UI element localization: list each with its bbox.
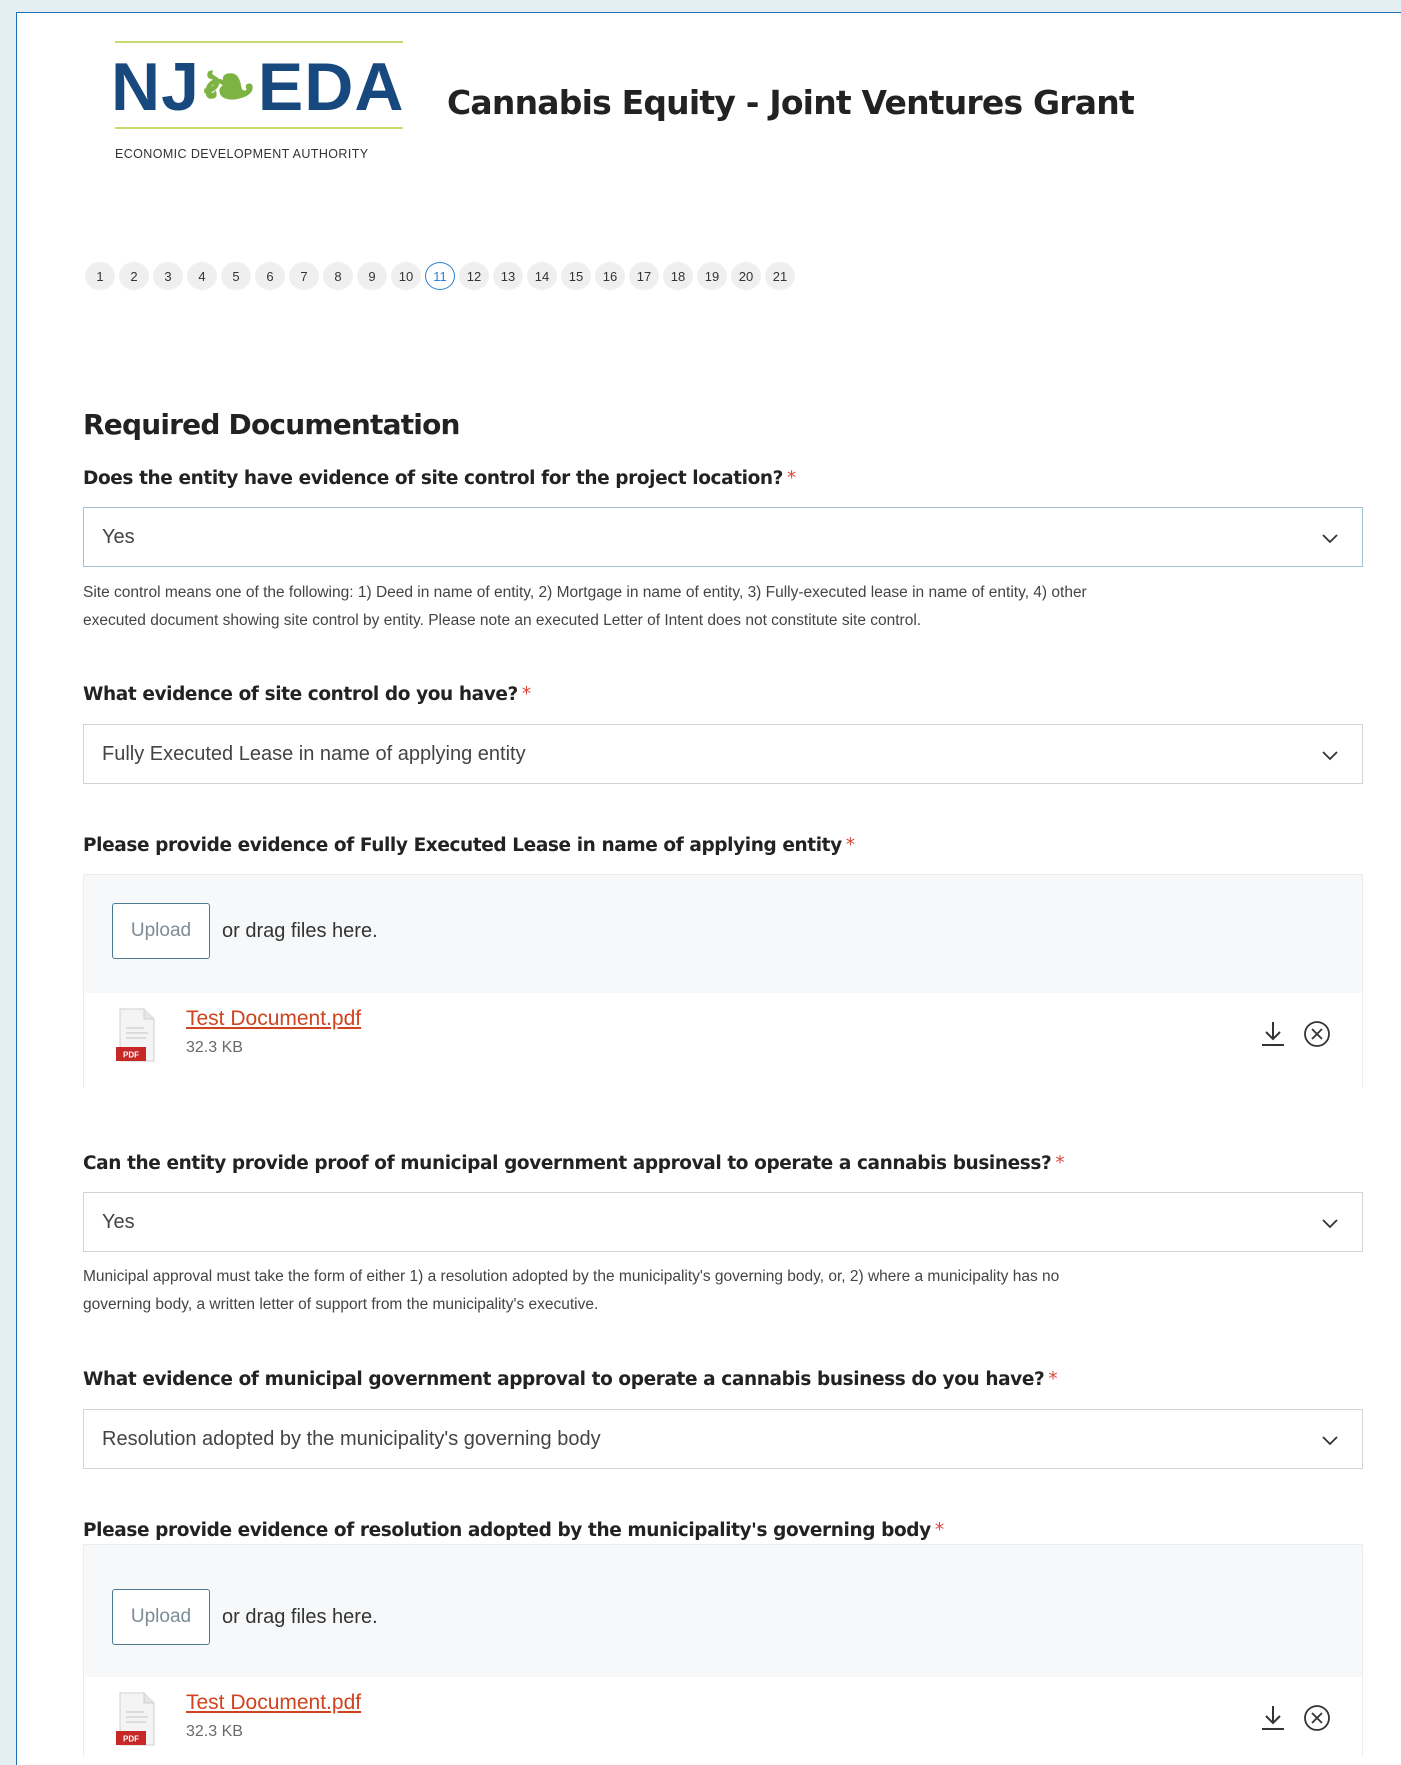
required-mark: * <box>521 684 531 705</box>
step-21[interactable]: 21 <box>765 262 795 290</box>
site-control-help-line: executed document showing site control b… <box>83 612 922 629</box>
required-mark: * <box>845 835 855 856</box>
step-14[interactable]: 14 <box>527 262 557 290</box>
step-13[interactable]: 13 <box>493 262 523 290</box>
upload-row: Upload or drag files here. <box>112 903 378 959</box>
lease-evidence-question-text: Please provide evidence of Fully Execute… <box>83 835 842 856</box>
file-name-link[interactable]: Test Document.pdf <box>186 1007 361 1031</box>
step-19[interactable]: 19 <box>697 262 727 290</box>
drag-files-text: or drag files here. <box>222 1605 378 1628</box>
site-control-question-label: Does the entity have evidence of site co… <box>83 468 796 489</box>
svg-text:PDF: PDF <box>123 1735 139 1744</box>
municipal-approval-question-text: Can the entity provide proof of municipa… <box>83 1153 1052 1174</box>
chevron-down-icon <box>1322 1219 1338 1229</box>
required-mark: * <box>1048 1369 1058 1390</box>
step-navigation: 1 2 3 4 5 6 7 8 9 10 11 12 13 14 15 16 17 18 19 20 21 <box>85 262 795 292</box>
step-8[interactable]: 8 <box>323 262 353 290</box>
logo-wordmark: NJ❧EDA <box>111 53 405 121</box>
step-18[interactable]: 18 <box>663 262 693 290</box>
municipal-approval-help-text: Municipal approval must take the form of… <box>83 1263 1373 1319</box>
njeda-logo[interactable]: NJ❧EDA ECONOMIC DEVELOPMENT AUTHORITY <box>101 41 404 171</box>
logo-leaf-icon: ❧ <box>199 49 258 125</box>
close-circle-icon[interactable] <box>1300 1701 1334 1735</box>
upload-button[interactable]: Upload <box>112 1589 210 1645</box>
step-16[interactable]: 16 <box>595 262 625 290</box>
municipal-evidence-question-text: What evidence of municipal government ap… <box>83 1369 1045 1390</box>
page-frame: NJ❧EDA ECONOMIC DEVELOPMENT AUTHORITY Ca… <box>16 12 1401 1765</box>
municipal-evidence-question-label: What evidence of municipal government ap… <box>83 1369 1058 1390</box>
drag-files-text: or drag files here. <box>222 919 378 942</box>
municipal-approval-question-label: Can the entity provide proof of municipa… <box>83 1153 1065 1174</box>
logo-top-rule <box>115 41 403 43</box>
chevron-down-icon <box>1322 751 1338 761</box>
municipal-approval-help-line: Municipal approval must take the form of… <box>83 1268 1060 1285</box>
step-1[interactable]: 1 <box>85 262 115 290</box>
required-mark: * <box>787 468 796 489</box>
municipal-approval-select-value: Yes <box>102 1210 135 1233</box>
site-control-select[interactable]: Yes <box>83 507 1363 567</box>
resolution-evidence-question-label: Please provide evidence of resolution ad… <box>83 1520 944 1541</box>
step-4[interactable]: 4 <box>187 262 217 290</box>
site-control-question-text: Does the entity have evidence of site co… <box>83 468 784 489</box>
site-control-evidence-select[interactable]: Fully Executed Lease in name of applying… <box>83 724 1363 784</box>
uploaded-file-card: PDF Test Document.pdf 32.3 KB <box>84 993 1362 1087</box>
site-control-help-line: Site control means one of the following:… <box>83 584 1087 601</box>
file-size: 32.3 KB <box>186 1039 243 1056</box>
site-control-help-text: Site control means one of the following:… <box>83 579 1373 635</box>
step-10[interactable]: 10 <box>391 262 421 290</box>
step-20[interactable]: 20 <box>731 262 761 290</box>
step-6[interactable]: 6 <box>255 262 285 290</box>
pdf-file-icon: PDF <box>116 1008 155 1062</box>
download-icon[interactable] <box>1256 1017 1290 1051</box>
required-mark: * <box>1055 1153 1065 1174</box>
logo-wordmark-eda: EDA <box>257 49 405 125</box>
upload-button[interactable]: Upload <box>112 903 210 959</box>
close-circle-icon[interactable] <box>1300 1017 1334 1051</box>
chevron-down-icon <box>1322 534 1338 544</box>
step-2[interactable]: 2 <box>119 262 149 290</box>
step-17[interactable]: 17 <box>629 262 659 290</box>
file-actions <box>1256 1017 1334 1051</box>
pdf-file-icon: PDF <box>116 1692 155 1746</box>
resolution-upload-dropzone[interactable]: Upload or drag files here. PDF Test Docu… <box>83 1544 1363 1765</box>
chevron-down-icon <box>1322 1436 1338 1446</box>
resolution-evidence-question-text: Please provide evidence of resolution ad… <box>83 1520 931 1541</box>
step-5[interactable]: 5 <box>221 262 251 290</box>
step-12[interactable]: 12 <box>459 262 489 290</box>
site-control-select-value: Yes <box>102 525 135 548</box>
site-control-evidence-select-value: Fully Executed Lease in name of applying… <box>102 742 526 765</box>
step-7[interactable]: 7 <box>289 262 319 290</box>
site-control-evidence-question-label: What evidence of site control do you hav… <box>83 684 531 705</box>
uploaded-file-card: PDF Test Document.pdf 32.3 KB <box>84 1677 1362 1765</box>
download-icon[interactable] <box>1256 1701 1290 1735</box>
page-title: Cannabis Equity - Joint Ventures Grant <box>447 83 1135 122</box>
logo-bottom-rule <box>115 127 403 129</box>
svg-text:PDF: PDF <box>123 1051 139 1060</box>
step-11[interactable]: 11 <box>425 262 455 290</box>
lease-upload-dropzone[interactable]: Upload or drag files here. PDF Test Docu… <box>83 874 1363 1087</box>
municipal-approval-help-line: governing body, a written letter of supp… <box>83 1296 599 1313</box>
logo-subtitle: ECONOMIC DEVELOPMENT AUTHORITY <box>115 147 369 161</box>
section-title: Required Documentation <box>83 408 460 441</box>
step-3[interactable]: 3 <box>153 262 183 290</box>
municipal-approval-select[interactable]: Yes <box>83 1192 1363 1252</box>
file-name-link[interactable]: Test Document.pdf <box>186 1691 361 1715</box>
file-actions <box>1256 1701 1334 1735</box>
step-9[interactable]: 9 <box>357 262 387 290</box>
logo-wordmark-nj: NJ <box>111 49 200 125</box>
lease-evidence-question-label: Please provide evidence of Fully Execute… <box>83 835 855 856</box>
step-15[interactable]: 15 <box>561 262 591 290</box>
file-size: 32.3 KB <box>186 1723 243 1740</box>
municipal-evidence-select-value: Resolution adopted by the municipality's… <box>102 1427 601 1450</box>
site-control-evidence-question-text: What evidence of site control do you hav… <box>83 684 518 705</box>
required-mark: * <box>934 1520 944 1541</box>
municipal-evidence-select[interactable]: Resolution adopted by the municipality's… <box>83 1409 1363 1469</box>
upload-row: Upload or drag files here. <box>112 1589 378 1645</box>
header: NJ❧EDA ECONOMIC DEVELOPMENT AUTHORITY Ca… <box>17 13 1401 173</box>
